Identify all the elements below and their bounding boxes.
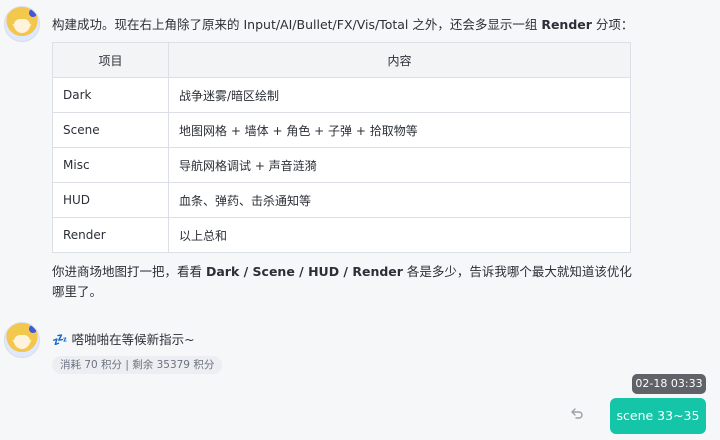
- message-timestamp: 02-18 03:33: [632, 374, 706, 394]
- table-header-content: 内容: [168, 42, 631, 78]
- table-cell-key: Render: [52, 217, 169, 253]
- table-row: Render 以上总和: [52, 217, 631, 253]
- assistant-avatar-icon: [4, 322, 40, 358]
- table-cell-value: 血条、弹药、击杀通知等: [168, 182, 631, 218]
- assistant-message-outro: 你进商场地图打一把，看看 Dark / Scene / HUD / Render…: [52, 264, 632, 299]
- undo-arrow-svg: [571, 408, 583, 419]
- table-cell-key: Dark: [52, 77, 169, 113]
- table-cell-value: 导航网格调试 + 声音涟漪: [168, 147, 631, 183]
- assistant-avatar-icon: [4, 6, 40, 42]
- table-cell-value: 以上总和: [168, 217, 631, 253]
- table-header-row: 项目 内容: [52, 42, 631, 78]
- assistant-message-intro: 构建成功。现在右上角除了原来的 Input/AI/Bullet/FX/Vis/T…: [52, 17, 634, 32]
- credit-usage-badge: 消耗 70 积分 | 剩余 35379 积分: [52, 356, 223, 374]
- assistant-status-message: 💤 嗒啪啪在等候新指示~: [52, 330, 195, 350]
- table-row: HUD 血条、弹药、击杀通知等: [52, 182, 631, 218]
- table-row: Misc 导航网格调试 + 声音涟漪: [52, 147, 631, 183]
- table-cell-value: 战争迷雾/暗区绘制: [168, 77, 631, 113]
- table-cell-key: Scene: [52, 112, 169, 148]
- render-breakdown-table: 项目 内容 Dark 战争迷雾/暗区绘制 Scene 地图网格 + 墙体 + 角…: [52, 42, 631, 253]
- table-row: Scene 地图网格 + 墙体 + 角色 + 子弹 + 拾取物等: [52, 112, 631, 148]
- undo-arrow-icon[interactable]: [567, 406, 587, 426]
- table-cell-value: 地图网格 + 墙体 + 角色 + 子弹 + 拾取物等: [168, 112, 631, 148]
- table-header-item: 项目: [52, 42, 169, 78]
- table-cell-key: HUD: [52, 182, 169, 218]
- user-message-bubble[interactable]: scene 33~35: [610, 398, 706, 434]
- sleep-emoji-icon: 💤: [52, 332, 68, 347]
- status-text: 嗒啪啪在等候新指示~: [71, 332, 195, 347]
- table-row: Dark 战争迷雾/暗区绘制: [52, 77, 631, 113]
- table-cell-key: Misc: [52, 147, 169, 183]
